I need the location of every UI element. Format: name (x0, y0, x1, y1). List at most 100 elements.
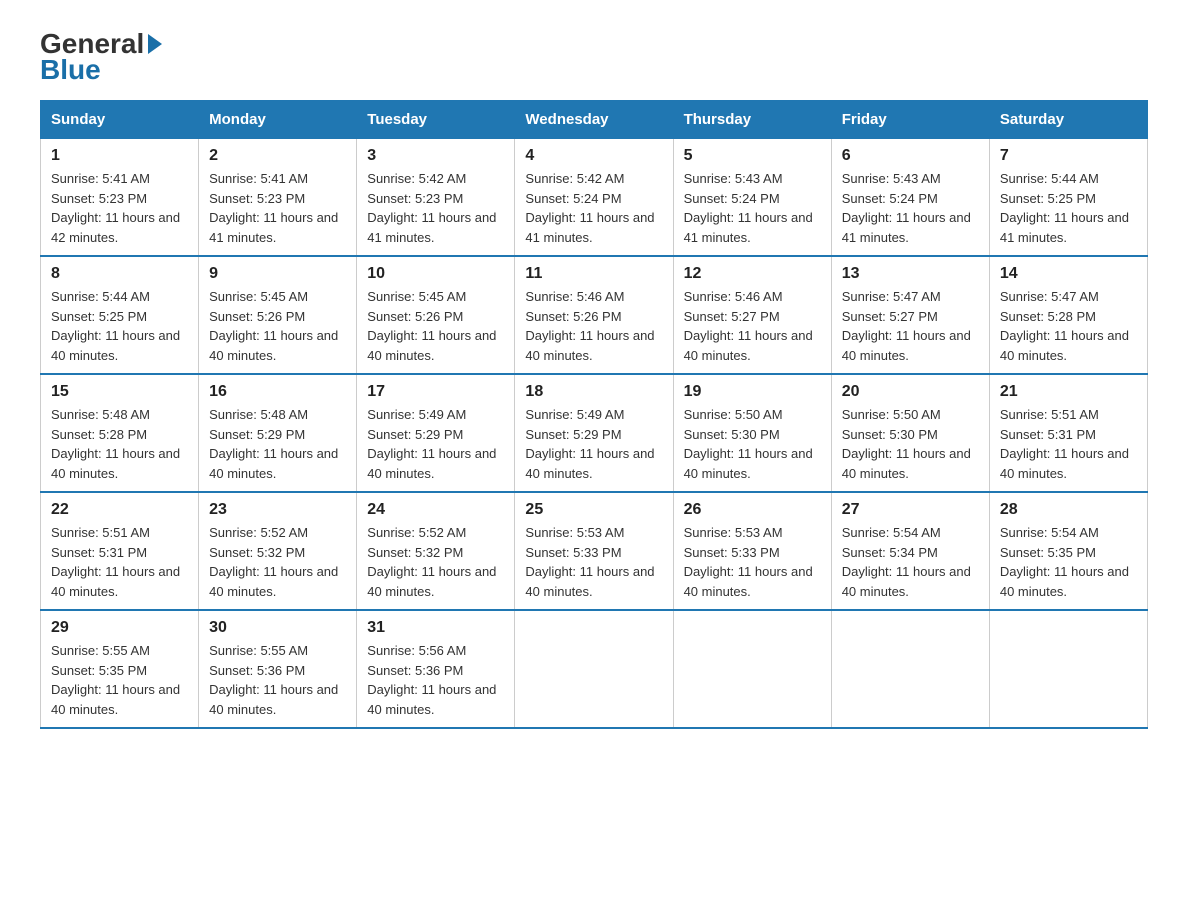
column-header-wednesday: Wednesday (515, 101, 673, 139)
day-info: Sunrise: 5:42 AMSunset: 5:24 PMDaylight:… (525, 171, 654, 245)
calendar-body: 1 Sunrise: 5:41 AMSunset: 5:23 PMDayligh… (41, 139, 1148, 729)
calendar-cell: 27 Sunrise: 5:54 AMSunset: 5:34 PMDaylig… (831, 492, 989, 610)
calendar-cell: 19 Sunrise: 5:50 AMSunset: 5:30 PMDaylig… (673, 374, 831, 492)
day-info: Sunrise: 5:46 AMSunset: 5:26 PMDaylight:… (525, 289, 654, 363)
calendar-cell: 6 Sunrise: 5:43 AMSunset: 5:24 PMDayligh… (831, 139, 989, 257)
column-header-saturday: Saturday (989, 101, 1147, 139)
calendar-cell: 7 Sunrise: 5:44 AMSunset: 5:25 PMDayligh… (989, 139, 1147, 257)
day-info: Sunrise: 5:51 AMSunset: 5:31 PMDaylight:… (51, 525, 180, 599)
day-info: Sunrise: 5:48 AMSunset: 5:29 PMDaylight:… (209, 407, 338, 481)
day-info: Sunrise: 5:56 AMSunset: 5:36 PMDaylight:… (367, 643, 496, 717)
day-number: 20 (842, 383, 979, 401)
day-number: 25 (525, 501, 662, 519)
calendar-cell: 22 Sunrise: 5:51 AMSunset: 5:31 PMDaylig… (41, 492, 199, 610)
day-info: Sunrise: 5:50 AMSunset: 5:30 PMDaylight:… (842, 407, 971, 481)
day-number: 23 (209, 501, 346, 519)
calendar-cell: 5 Sunrise: 5:43 AMSunset: 5:24 PMDayligh… (673, 139, 831, 257)
day-number: 22 (51, 501, 188, 519)
day-info: Sunrise: 5:55 AMSunset: 5:36 PMDaylight:… (209, 643, 338, 717)
calendar-cell: 23 Sunrise: 5:52 AMSunset: 5:32 PMDaylig… (199, 492, 357, 610)
calendar-cell: 17 Sunrise: 5:49 AMSunset: 5:29 PMDaylig… (357, 374, 515, 492)
calendar-cell: 9 Sunrise: 5:45 AMSunset: 5:26 PMDayligh… (199, 256, 357, 374)
day-number: 15 (51, 383, 188, 401)
calendar-cell: 8 Sunrise: 5:44 AMSunset: 5:25 PMDayligh… (41, 256, 199, 374)
day-number: 17 (367, 383, 504, 401)
day-number: 6 (842, 147, 979, 165)
calendar-cell (989, 610, 1147, 728)
day-number: 16 (209, 383, 346, 401)
calendar-cell: 24 Sunrise: 5:52 AMSunset: 5:32 PMDaylig… (357, 492, 515, 610)
day-number: 5 (684, 147, 821, 165)
calendar-cell: 14 Sunrise: 5:47 AMSunset: 5:28 PMDaylig… (989, 256, 1147, 374)
calendar-cell: 28 Sunrise: 5:54 AMSunset: 5:35 PMDaylig… (989, 492, 1147, 610)
day-number: 24 (367, 501, 504, 519)
calendar-table: SundayMondayTuesdayWednesdayThursdayFrid… (40, 100, 1148, 729)
header: General Blue (40, 30, 1148, 84)
day-info: Sunrise: 5:44 AMSunset: 5:25 PMDaylight:… (51, 289, 180, 363)
day-number: 21 (1000, 383, 1137, 401)
day-info: Sunrise: 5:45 AMSunset: 5:26 PMDaylight:… (209, 289, 338, 363)
calendar-cell (831, 610, 989, 728)
day-number: 8 (51, 265, 188, 283)
logo-blue-text: Blue (40, 56, 101, 84)
day-info: Sunrise: 5:52 AMSunset: 5:32 PMDaylight:… (209, 525, 338, 599)
calendar-cell: 2 Sunrise: 5:41 AMSunset: 5:23 PMDayligh… (199, 139, 357, 257)
day-number: 7 (1000, 147, 1137, 165)
day-info: Sunrise: 5:41 AMSunset: 5:23 PMDaylight:… (209, 171, 338, 245)
column-header-thursday: Thursday (673, 101, 831, 139)
day-info: Sunrise: 5:48 AMSunset: 5:28 PMDaylight:… (51, 407, 180, 481)
calendar-cell: 11 Sunrise: 5:46 AMSunset: 5:26 PMDaylig… (515, 256, 673, 374)
header-row: SundayMondayTuesdayWednesdayThursdayFrid… (41, 101, 1148, 139)
day-number: 29 (51, 619, 188, 637)
day-info: Sunrise: 5:43 AMSunset: 5:24 PMDaylight:… (684, 171, 813, 245)
calendar-cell: 25 Sunrise: 5:53 AMSunset: 5:33 PMDaylig… (515, 492, 673, 610)
calendar-cell: 13 Sunrise: 5:47 AMSunset: 5:27 PMDaylig… (831, 256, 989, 374)
column-header-friday: Friday (831, 101, 989, 139)
day-number: 1 (51, 147, 188, 165)
day-info: Sunrise: 5:43 AMSunset: 5:24 PMDaylight:… (842, 171, 971, 245)
week-row: 15 Sunrise: 5:48 AMSunset: 5:28 PMDaylig… (41, 374, 1148, 492)
column-header-monday: Monday (199, 101, 357, 139)
day-number: 3 (367, 147, 504, 165)
day-info: Sunrise: 5:46 AMSunset: 5:27 PMDaylight:… (684, 289, 813, 363)
calendar-header: SundayMondayTuesdayWednesdayThursdayFrid… (41, 101, 1148, 139)
day-info: Sunrise: 5:53 AMSunset: 5:33 PMDaylight:… (684, 525, 813, 599)
day-info: Sunrise: 5:54 AMSunset: 5:35 PMDaylight:… (1000, 525, 1129, 599)
calendar-cell (515, 610, 673, 728)
calendar-cell: 18 Sunrise: 5:49 AMSunset: 5:29 PMDaylig… (515, 374, 673, 492)
calendar-cell: 12 Sunrise: 5:46 AMSunset: 5:27 PMDaylig… (673, 256, 831, 374)
day-info: Sunrise: 5:44 AMSunset: 5:25 PMDaylight:… (1000, 171, 1129, 245)
calendar-cell: 10 Sunrise: 5:45 AMSunset: 5:26 PMDaylig… (357, 256, 515, 374)
calendar-cell: 20 Sunrise: 5:50 AMSunset: 5:30 PMDaylig… (831, 374, 989, 492)
week-row: 8 Sunrise: 5:44 AMSunset: 5:25 PMDayligh… (41, 256, 1148, 374)
calendar-cell: 30 Sunrise: 5:55 AMSunset: 5:36 PMDaylig… (199, 610, 357, 728)
calendar-cell: 1 Sunrise: 5:41 AMSunset: 5:23 PMDayligh… (41, 139, 199, 257)
column-header-tuesday: Tuesday (357, 101, 515, 139)
week-row: 1 Sunrise: 5:41 AMSunset: 5:23 PMDayligh… (41, 139, 1148, 257)
calendar-cell: 31 Sunrise: 5:56 AMSunset: 5:36 PMDaylig… (357, 610, 515, 728)
day-number: 30 (209, 619, 346, 637)
day-number: 28 (1000, 501, 1137, 519)
column-header-sunday: Sunday (41, 101, 199, 139)
day-info: Sunrise: 5:49 AMSunset: 5:29 PMDaylight:… (367, 407, 496, 481)
day-info: Sunrise: 5:54 AMSunset: 5:34 PMDaylight:… (842, 525, 971, 599)
day-number: 12 (684, 265, 821, 283)
day-info: Sunrise: 5:49 AMSunset: 5:29 PMDaylight:… (525, 407, 654, 481)
day-number: 11 (525, 265, 662, 283)
day-info: Sunrise: 5:47 AMSunset: 5:27 PMDaylight:… (842, 289, 971, 363)
day-number: 14 (1000, 265, 1137, 283)
day-number: 31 (367, 619, 504, 637)
day-info: Sunrise: 5:55 AMSunset: 5:35 PMDaylight:… (51, 643, 180, 717)
day-number: 10 (367, 265, 504, 283)
day-info: Sunrise: 5:52 AMSunset: 5:32 PMDaylight:… (367, 525, 496, 599)
calendar-cell (673, 610, 831, 728)
logo-arrow-icon (148, 34, 162, 54)
day-number: 26 (684, 501, 821, 519)
day-info: Sunrise: 5:53 AMSunset: 5:33 PMDaylight:… (525, 525, 654, 599)
day-number: 9 (209, 265, 346, 283)
calendar-cell: 3 Sunrise: 5:42 AMSunset: 5:23 PMDayligh… (357, 139, 515, 257)
day-number: 13 (842, 265, 979, 283)
week-row: 22 Sunrise: 5:51 AMSunset: 5:31 PMDaylig… (41, 492, 1148, 610)
calendar-cell: 4 Sunrise: 5:42 AMSunset: 5:24 PMDayligh… (515, 139, 673, 257)
day-info: Sunrise: 5:50 AMSunset: 5:30 PMDaylight:… (684, 407, 813, 481)
